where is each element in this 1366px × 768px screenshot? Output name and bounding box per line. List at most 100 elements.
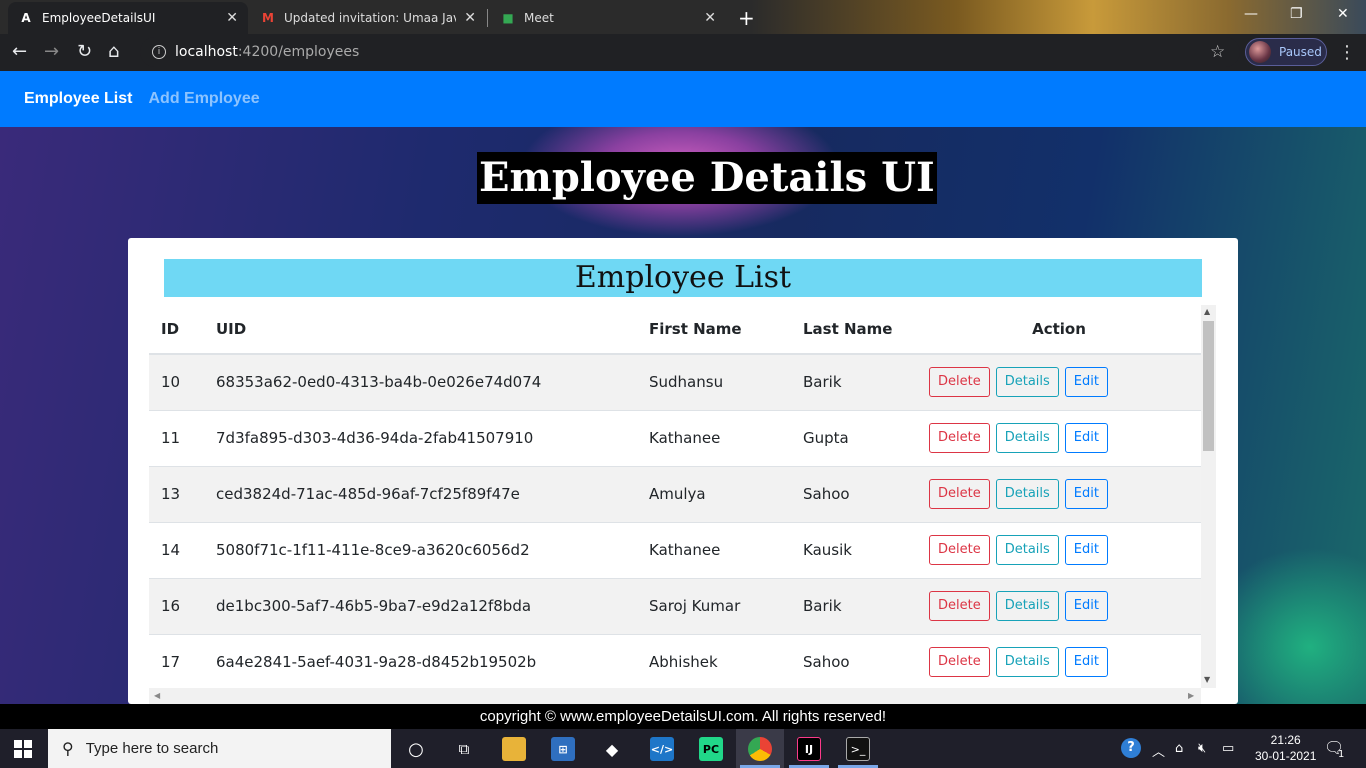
cell-last-name: Barik [791, 577, 917, 634]
vscode-icon[interactable]: </> [650, 737, 674, 761]
delete-button[interactable]: Delete [929, 591, 990, 621]
edit-button[interactable]: Edit [1064, 367, 1108, 398]
reload-icon[interactable]: ↻ [77, 42, 92, 62]
delete-button[interactable]: Delete [929, 423, 990, 453]
bookmark-star-icon[interactable]: ☆ [1210, 42, 1225, 62]
cell-first-name: Amulya [637, 465, 791, 522]
intellij-icon[interactable]: IJ [797, 737, 821, 761]
address-bar[interactable]: i localhost:4200/employees [140, 37, 1240, 67]
close-tab-icon[interactable]: ✕ [464, 10, 476, 26]
cell-uid: 6a4e2841-5aef-4031-9a28-d8452b19502b [204, 633, 637, 690]
column-header-last-name: Last Name [791, 305, 917, 355]
cell-actions: Delete Details Edit [917, 465, 1201, 522]
search-icon: ⚲ [62, 739, 74, 758]
cell-first-name: Saroj Kumar [637, 577, 791, 634]
forward-icon[interactable]: → [44, 42, 59, 62]
browser-tab-employee-details[interactable]: A EmployeeDetailsUI ✕ [8, 2, 248, 34]
home-icon[interactable]: ⌂ [108, 42, 119, 62]
list-title: Employee List [164, 259, 1202, 297]
scroll-up-icon[interactable]: ▲ [1204, 307, 1210, 316]
details-button[interactable]: Details [995, 479, 1059, 509]
browser-tab-strip: A EmployeeDetailsUI ✕ M Updated invitati… [0, 0, 1366, 34]
pycharm-icon[interactable]: PC [699, 737, 723, 761]
page-footer: copyright © www.employeeDetailsUI.com. A… [0, 704, 1366, 729]
cell-first-name: Abhishek [637, 633, 791, 690]
battery-icon[interactable]: ▭ [1222, 741, 1234, 756]
delete-button[interactable]: Delete [929, 647, 990, 678]
task-view-icon[interactable]: ⧉ [452, 737, 476, 761]
close-tab-icon[interactable]: ✕ [226, 10, 238, 26]
horizontal-scrollbar[interactable]: ◀ ▶ [149, 688, 1201, 704]
delete-button[interactable]: Delete [929, 367, 990, 398]
browser-tab-meet[interactable]: ■ Meet ✕ [490, 2, 726, 34]
close-tab-icon[interactable]: ✕ [704, 10, 716, 26]
new-tab-icon[interactable]: + [738, 6, 755, 30]
cell-last-name: Gupta [791, 409, 917, 466]
angular-icon: A [21, 11, 31, 25]
dropbox-icon[interactable]: ◆ [600, 737, 624, 761]
nav-employee-list[interactable]: Employee List [24, 90, 132, 108]
help-icon[interactable]: ? [1121, 738, 1141, 758]
nav-add-employee[interactable]: Add Employee [148, 90, 259, 108]
cortana-icon[interactable]: ○ [404, 737, 428, 761]
cell-uid: 5080f71c-1f11-411e-8ce9-a3620c6056d2 [204, 521, 637, 578]
chevron-up-icon[interactable]: ︿ [1152, 741, 1165, 760]
cell-id: 17 [149, 633, 204, 690]
gmail-icon: M [262, 11, 274, 25]
delete-button[interactable]: Delete [929, 535, 990, 565]
volume-muted-icon[interactable]: 🔇︎ [1198, 741, 1206, 756]
terminal-icon[interactable]: >_ [846, 737, 870, 761]
back-icon[interactable]: ← [12, 42, 27, 62]
table-container[interactable]: ID UID First Name Last Name Action 10 68… [149, 305, 1218, 704]
info-icon[interactable]: i [152, 45, 166, 59]
column-header-id: ID [149, 305, 204, 355]
details-button[interactable]: Details [995, 367, 1059, 398]
file-explorer-icon[interactable] [502, 737, 526, 761]
cell-first-name: Sudhansu [637, 353, 791, 410]
cell-id: 13 [149, 465, 204, 522]
system-clock[interactable]: 21:26 30-01-2021 [1255, 732, 1316, 764]
details-button[interactable]: Details [995, 535, 1059, 565]
windows-start-icon[interactable] [14, 740, 32, 758]
details-button[interactable]: Details [995, 647, 1059, 678]
cell-actions: Delete Details Edit [917, 353, 1201, 410]
edit-button[interactable]: Edit [1064, 479, 1108, 509]
chrome-icon[interactable] [748, 737, 772, 761]
edit-button[interactable]: Edit [1064, 535, 1108, 565]
scrollbar-thumb[interactable] [1203, 321, 1214, 451]
microsoft-store-icon[interactable]: ⊞ [551, 737, 575, 761]
edit-button[interactable]: Edit [1064, 591, 1108, 621]
details-button[interactable]: Details [995, 591, 1059, 621]
browser-tab-invitation[interactable]: M Updated invitation: Umaa Java S ✕ [250, 2, 486, 34]
column-header-action: Action [917, 305, 1201, 355]
cell-last-name: Barik [791, 353, 917, 410]
table-header-row: ID UID First Name Last Name Action [149, 305, 1201, 355]
details-button[interactable]: Details [995, 423, 1059, 453]
column-header-first-name: First Name [637, 305, 791, 355]
edit-button[interactable]: Edit [1064, 423, 1108, 453]
more-menu-icon[interactable]: ⋮ [1338, 42, 1356, 63]
vertical-scrollbar[interactable]: ▲ ▼ [1201, 305, 1216, 688]
scroll-left-icon[interactable]: ◀ [154, 691, 160, 700]
cell-id: 10 [149, 353, 204, 410]
scroll-down-icon[interactable]: ▼ [1204, 675, 1210, 684]
taskbar-search[interactable]: ⚲ Type here to search [48, 729, 391, 768]
network-icon[interactable]: ⌂ [1175, 741, 1183, 756]
cell-last-name: Sahoo [791, 633, 917, 690]
clock-time: 21:26 [1270, 733, 1301, 747]
scroll-right-icon[interactable]: ▶ [1188, 691, 1194, 700]
minimize-icon[interactable]: — [1244, 6, 1258, 22]
app-navbar: Employee List Add Employee [0, 71, 1366, 127]
cell-id: 16 [149, 577, 204, 634]
edit-button[interactable]: Edit [1064, 647, 1108, 678]
table-row: 10 68353a62-0ed0-4313-ba4b-0e026e74d074 … [149, 353, 1201, 410]
cell-actions: Delete Details Edit [917, 577, 1201, 634]
cell-last-name: Kausik [791, 521, 917, 578]
close-window-icon[interactable]: ✕ [1337, 6, 1349, 22]
delete-button[interactable]: Delete [929, 479, 990, 509]
cell-actions: Delete Details Edit [917, 521, 1201, 578]
restore-icon[interactable]: ❐ [1290, 6, 1303, 22]
cell-uid: de1bc300-5af7-46b5-9ba7-e9d2a12f8bda [204, 577, 637, 634]
profile-button[interactable]: Paused [1245, 38, 1327, 66]
windows-taskbar: ⚲ Type here to search ○ ⧉ ⊞ ◆ </> PC IJ … [0, 729, 1366, 768]
